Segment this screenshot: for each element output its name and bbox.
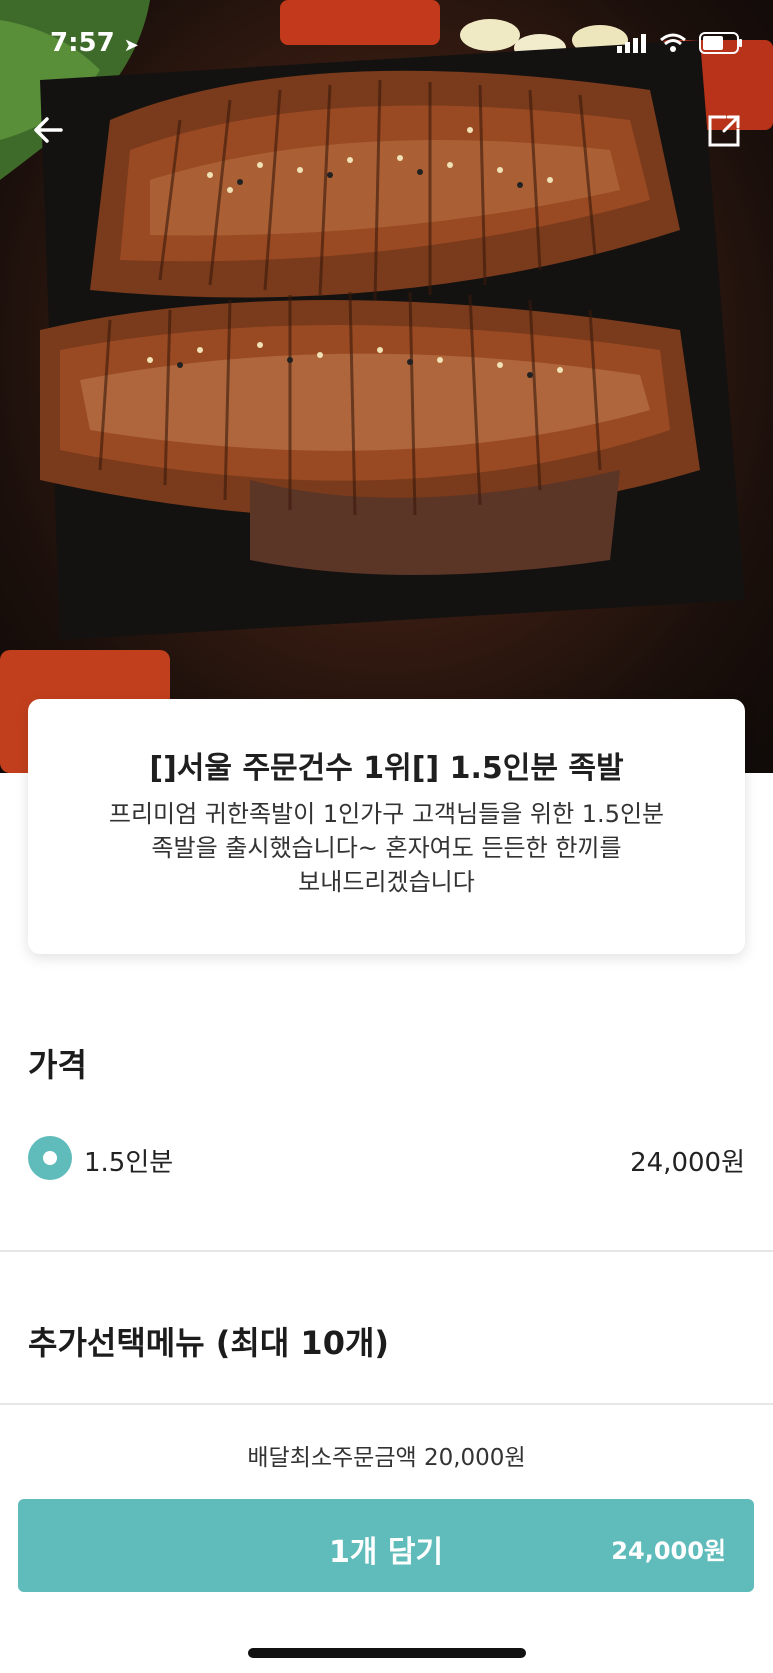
addon-section-title[interactable]: 추가선택메뉴 (최대 10개): [28, 1318, 389, 1364]
food-illustration: [0, 0, 773, 773]
home-indicator[interactable]: [248, 1648, 526, 1658]
option-price: 24,000원: [630, 1148, 745, 1178]
product-info-card: []서울 주문건수 1위[] 1.5인분 족발 프리미엄 귀한족발이 1인가구 …: [28, 699, 745, 954]
description-line: 보내드리겠습니다: [298, 868, 475, 896]
section-divider: [0, 1250, 773, 1252]
share-icon: [708, 115, 740, 147]
add-to-cart-button[interactable]: 1개 담기 24,000원: [18, 1499, 754, 1592]
description-line: 족발을 출시했습니다~ 혼자여도 든든한 한끼를: [151, 834, 622, 862]
price-section-title: 가격: [28, 1046, 87, 1084]
back-button[interactable]: [25, 105, 75, 155]
price-option-row[interactable]: 1.5인분 24,000원: [28, 1134, 745, 1182]
status-icons: [617, 32, 743, 54]
wifi-icon: [660, 33, 686, 52]
radio-selected-dot: [43, 1151, 57, 1165]
product-description: 프리미엄 귀한족발이 1인가구 고객님들을 위한 1.5인분 족발을 출시했습니…: [62, 797, 712, 899]
product-photo: [0, 0, 773, 773]
location-arrow-icon: ➤: [123, 35, 139, 56]
product-title: []서울 주문건수 1위[] 1.5인분 족발: [149, 751, 624, 786]
option-radio[interactable]: [28, 1136, 72, 1180]
signal-icon: [617, 34, 646, 53]
option-label: 1.5인분: [84, 1148, 174, 1178]
cart-button-price: 24,000원: [611, 1537, 726, 1565]
status-time: 7:57 ➤: [50, 28, 139, 58]
description-line: 프리미엄 귀한족발이 1인가구 고객님들을 위한 1.5인분: [108, 800, 665, 828]
arrow-left-icon: [34, 117, 63, 143]
status-time-text: 7:57: [50, 28, 115, 58]
footer-divider: [0, 1403, 773, 1405]
min-order-amount: 배달최소주문금액 20,000원: [247, 1445, 526, 1471]
share-button[interactable]: [698, 105, 748, 155]
battery-icon: [699, 32, 742, 54]
